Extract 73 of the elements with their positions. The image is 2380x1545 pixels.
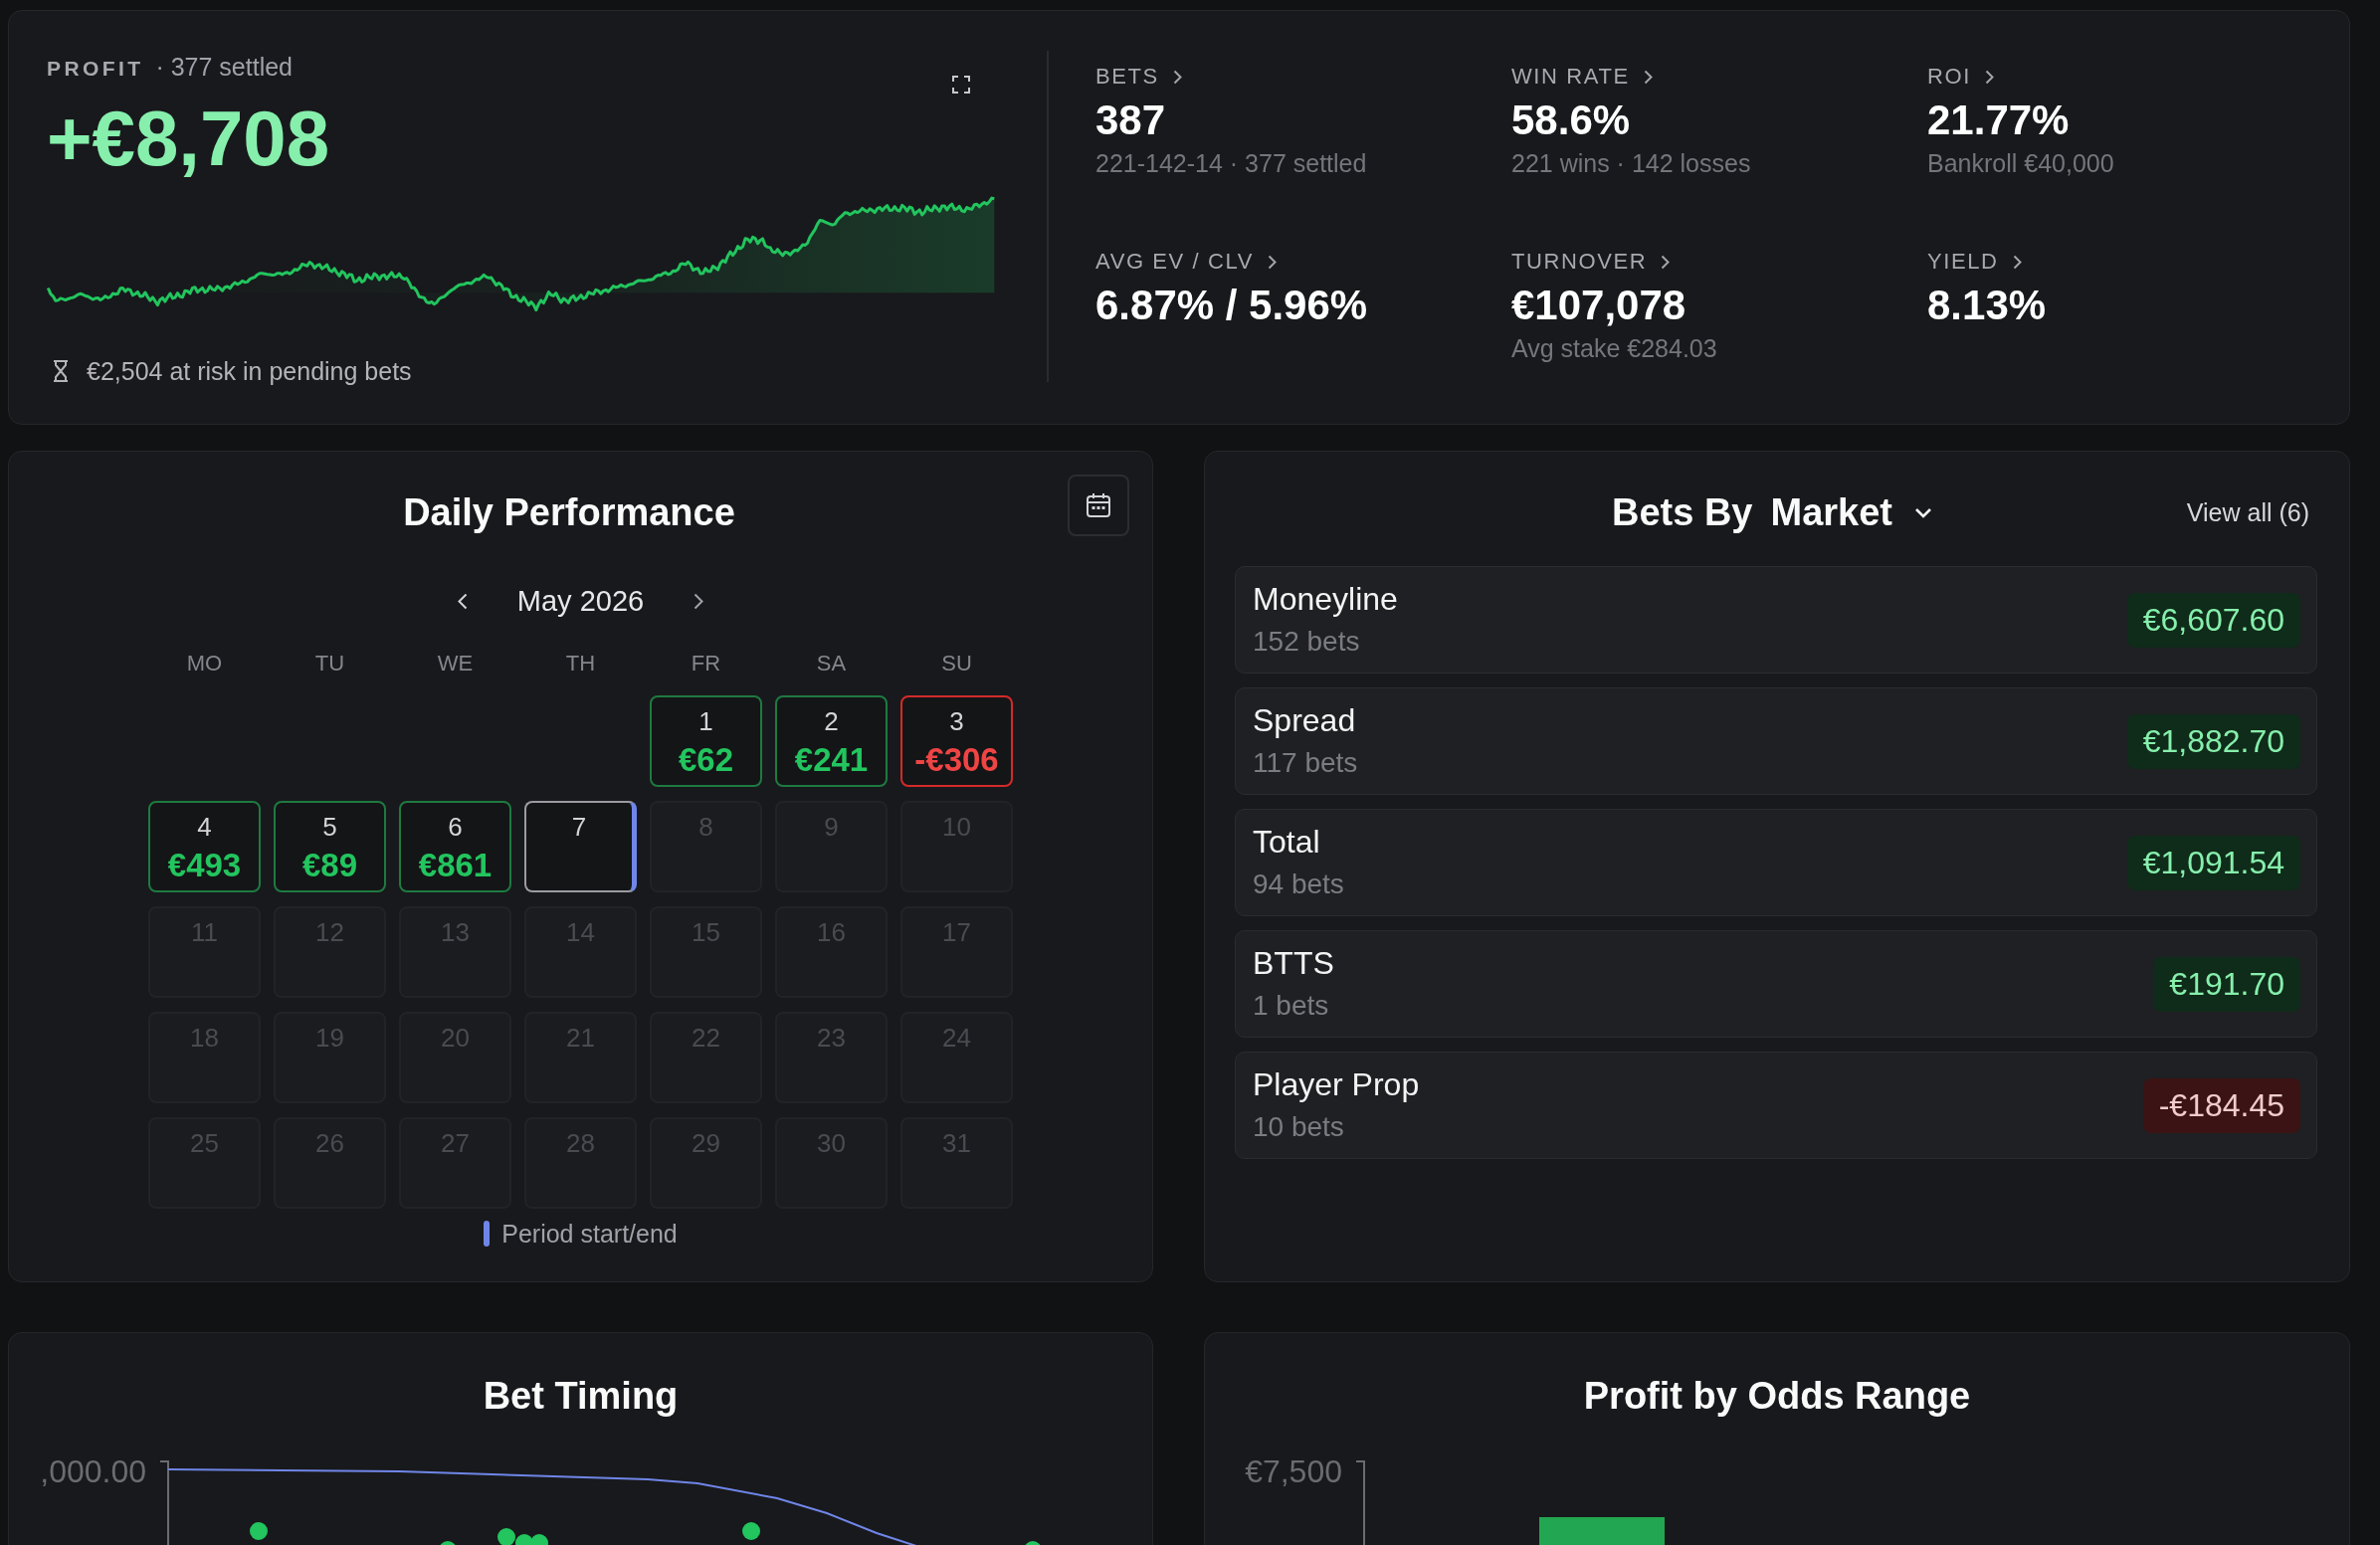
calendar-day[interactable]: 5 €89 (274, 801, 386, 892)
chevron-left-icon (457, 592, 468, 610)
panel-title: Bets By (1612, 490, 1753, 535)
hourglass-icon (53, 360, 69, 382)
stat-link[interactable]: YIELD (1927, 249, 2022, 275)
legend-label: Period start/end (501, 1219, 678, 1249)
bet-count: 94 bets (1253, 868, 1344, 901)
stat-link[interactable]: TURNOVER (1511, 249, 1671, 275)
market-name: Total (1253, 824, 1321, 860)
weekday-label: TU (313, 650, 346, 677)
weekday-label: FR (690, 650, 722, 677)
settled-count: · 377 settled (155, 54, 293, 80)
chevron-right-icon (1172, 69, 1182, 85)
bet-count: 152 bets (1253, 625, 1361, 659)
stat-link[interactable]: AVG EV / CLV (1095, 249, 1277, 275)
chevron-down-icon (1914, 506, 1932, 518)
stat-value: €107,078 (1511, 283, 1686, 328)
weekday-label: MO (185, 650, 224, 677)
stat-detail: 221 wins · 142 losses (1511, 149, 1751, 177)
calendar-icon (1086, 492, 1111, 518)
month-label: May 2026 (516, 584, 645, 619)
market-name: Moneyline (1253, 581, 1398, 617)
market-name: Player Prop (1253, 1066, 1420, 1102)
stat-value: 8.13% (1927, 283, 2047, 328)
chevron-right-icon (1661, 254, 1671, 270)
stat-link[interactable]: ROI (1927, 64, 1994, 90)
chevron-right-icon (2012, 254, 2022, 270)
calendar-day[interactable]: 7 (524, 801, 637, 892)
chevron-right-icon (694, 592, 704, 610)
calendar-day[interactable]: 1 €62 (650, 695, 762, 787)
stat-value: 6.87% / 5.96% (1095, 283, 1368, 328)
panel-title: Profit by Odds Range (1582, 1374, 1972, 1419)
amount-badge: €1,882.70 (2126, 713, 2300, 769)
weekday-label: SA (815, 650, 848, 677)
bet-count: 117 bets (1253, 746, 1358, 780)
legend-swatch-icon (484, 1221, 491, 1247)
stat-link[interactable]: BETS (1095, 64, 1182, 90)
expand-icon[interactable] (952, 76, 970, 94)
bet-count: 10 bets (1253, 1110, 1345, 1144)
weekday-label: SU (940, 650, 973, 677)
stat-value: 21.77% (1927, 97, 2070, 143)
amount-badge: -€184.45 (2142, 1077, 2300, 1133)
stat-detail: Avg stake €284.03 (1511, 334, 1717, 362)
weekday-label: TH (564, 650, 597, 677)
weekday-label: WE (436, 650, 475, 677)
profit-value: +€8,708 (47, 97, 331, 180)
profit-label: PROFIT (47, 56, 144, 82)
chevron-right-icon (1268, 254, 1277, 270)
panel-title: Bet Timing (482, 1374, 680, 1419)
calendar-button[interactable] (1068, 475, 1129, 536)
chevron-right-icon (1643, 69, 1653, 85)
calendar-day[interactable]: 2 €241 (775, 695, 888, 787)
axis-tick-label: ,000.00 (39, 1453, 147, 1489)
amount-badge: €6,607.60 (2126, 592, 2300, 648)
stat-value: 58.6% (1511, 97, 1631, 143)
calendar-day[interactable]: 4 €493 (148, 801, 261, 892)
amount-badge: €1,091.54 (2126, 835, 2300, 890)
panel-title: Daily Performance (403, 490, 735, 535)
pending-risk-text: €2,504 at risk in pending bets (87, 356, 412, 386)
stat-link[interactable]: WIN RATE (1511, 64, 1653, 90)
axis-tick-label: €7,500 (1244, 1453, 1343, 1489)
chevron-right-icon (1984, 69, 1994, 85)
view-all-link[interactable]: View all (6) (2186, 483, 2309, 527)
market-dropdown[interactable]: Market (1770, 476, 1932, 535)
market-name: BTTS (1253, 945, 1334, 981)
market-name: Spread (1253, 702, 1357, 738)
calendar-day[interactable]: 6 €861 (399, 801, 511, 892)
stat-value: 387 (1095, 97, 1166, 143)
calendar-day[interactable]: 3 -€306 (900, 695, 1013, 787)
amount-badge: €191.70 (2153, 956, 2300, 1012)
stat-detail: 221-142-14 · 377 settled (1095, 149, 1367, 177)
stat-detail: Bankroll €40,000 (1927, 149, 2114, 177)
bet-count: 1 bets (1253, 989, 1330, 1023)
